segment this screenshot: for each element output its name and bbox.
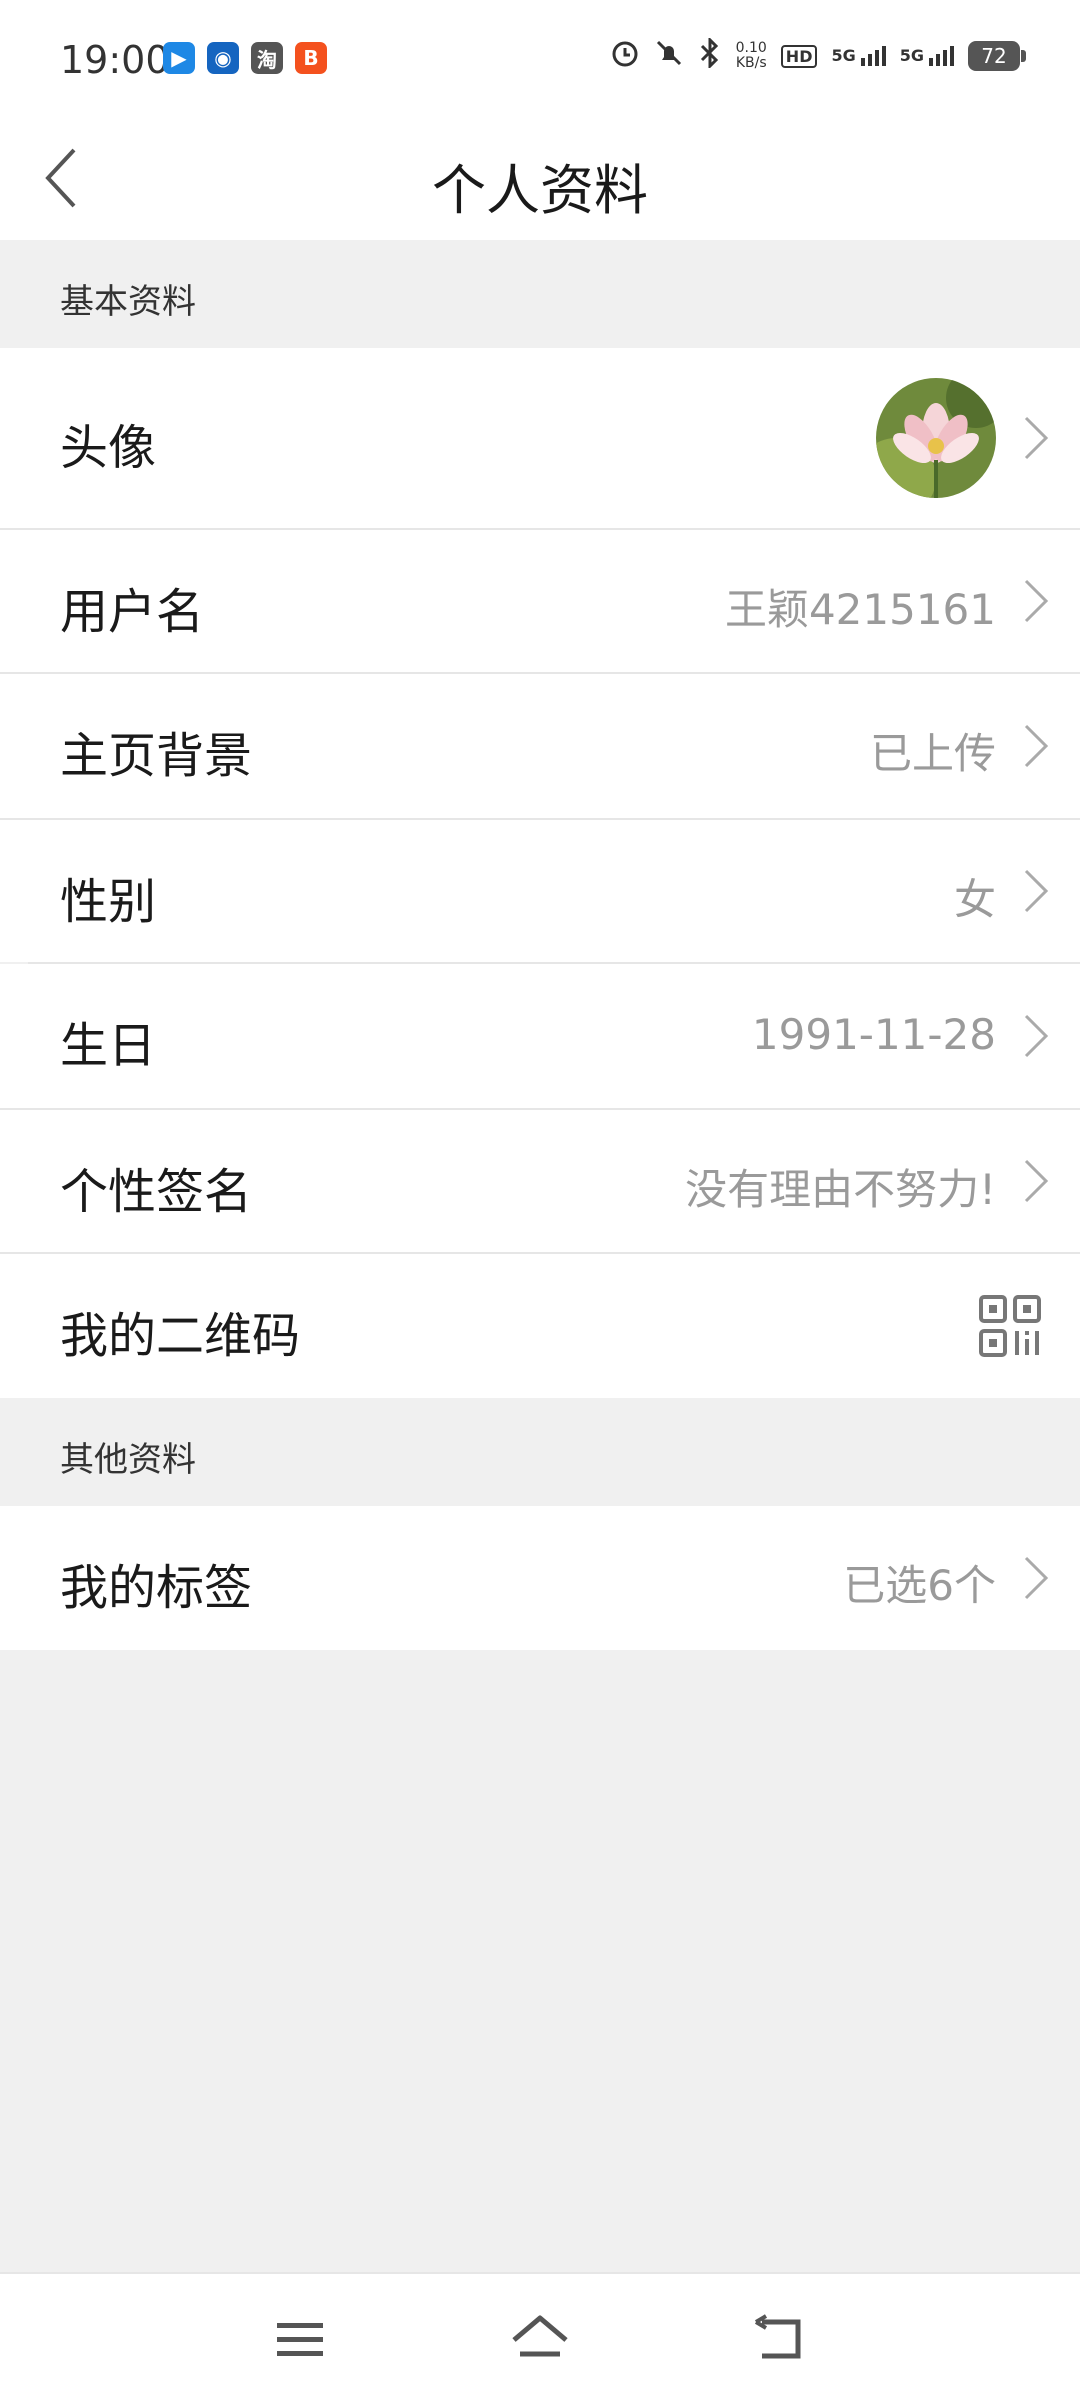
row-value: 已选6个 bbox=[843, 1561, 996, 1610]
row-label: 性别 bbox=[60, 874, 157, 930]
section-header-other: 其他资料 bbox=[0, 1398, 1080, 1506]
title-bar: 个人资料 bbox=[0, 118, 1080, 240]
navigation-bar bbox=[0, 2272, 1080, 2402]
hd-voice-icon: HD bbox=[780, 44, 818, 68]
row-signature[interactable]: 个性签名 没有理由不努力! bbox=[0, 1110, 1080, 1252]
chevron-right-icon bbox=[1024, 1014, 1049, 1058]
notification-app-icons: ▶ ◉ 淘 B bbox=[163, 42, 327, 74]
row-label: 我的标签 bbox=[60, 1560, 253, 1616]
status-time: 19:00 bbox=[60, 38, 170, 82]
section-title: 其他资料 bbox=[60, 1440, 196, 1480]
battery-icon: 72 bbox=[968, 41, 1026, 71]
avatar bbox=[876, 378, 996, 498]
row-label: 个性签名 bbox=[60, 1164, 253, 1220]
row-label: 我的二维码 bbox=[60, 1308, 301, 1364]
back-nav-icon bbox=[754, 2314, 801, 2359]
row-value: 女 bbox=[953, 875, 996, 924]
row-label: 用户名 bbox=[60, 584, 205, 640]
row-value: 没有理由不努力! bbox=[685, 1165, 996, 1214]
taobao-app-icon: 淘 bbox=[251, 42, 283, 74]
home-icon bbox=[512, 2315, 568, 2357]
qr-code-icon bbox=[979, 1295, 1041, 1357]
chevron-right-icon bbox=[1024, 579, 1049, 623]
bluetooth-icon bbox=[698, 36, 722, 74]
chevron-right-icon bbox=[1024, 1556, 1049, 1600]
orange-app-icon: B bbox=[295, 42, 327, 74]
row-value: 王颖4215161 bbox=[724, 585, 996, 634]
menu-icon bbox=[277, 2323, 323, 2356]
status-bar: 19:00 ▶ ◉ 淘 B 0.10 KB/s HD 5G 5G 72 bbox=[0, 0, 1080, 118]
row-label: 主页背景 bbox=[60, 728, 253, 784]
row-gender[interactable]: 性别 女 bbox=[0, 820, 1080, 962]
chevron-right-icon bbox=[1024, 724, 1049, 768]
row-label: 头像 bbox=[60, 420, 157, 476]
row-avatar[interactable]: 头像 bbox=[0, 348, 1080, 528]
robot-app-icon: ◉ bbox=[207, 42, 239, 74]
chevron-right-icon bbox=[1024, 416, 1049, 460]
signal-icon-1: 5G bbox=[831, 46, 886, 66]
mute-icon bbox=[654, 38, 684, 74]
home-button[interactable] bbox=[500, 2304, 580, 2374]
menu-button[interactable] bbox=[260, 2304, 340, 2374]
status-icons: 0.10 KB/s HD 5G 5G 72 bbox=[610, 36, 1026, 74]
chevron-right-icon bbox=[1024, 1159, 1049, 1203]
row-value: 已上传 bbox=[869, 729, 996, 778]
row-tags[interactable]: 我的标签 已选6个 bbox=[0, 1506, 1080, 1650]
row-label: 生日 bbox=[60, 1018, 157, 1074]
row-qrcode[interactable]: 我的二维码 bbox=[0, 1254, 1080, 1398]
page-title: 个人资料 bbox=[432, 159, 648, 222]
alarm-icon bbox=[610, 38, 640, 74]
signal-icon-2: 5G bbox=[900, 46, 954, 66]
back-nav-button[interactable] bbox=[740, 2304, 820, 2374]
row-value: 1991-11-28 bbox=[751, 1010, 996, 1059]
section-title: 基本资料 bbox=[60, 282, 196, 322]
network-speed: 0.10 KB/s bbox=[735, 40, 767, 71]
row-homepage-background[interactable]: 主页背景 已上传 bbox=[0, 674, 1080, 818]
chevron-right-icon bbox=[1024, 869, 1049, 913]
play-app-icon: ▶ bbox=[163, 42, 195, 74]
section-header-basic: 基本资料 bbox=[0, 240, 1080, 348]
row-birthday[interactable]: 生日 1991-11-28 bbox=[0, 964, 1080, 1108]
row-username[interactable]: 用户名 王颖4215161 bbox=[0, 530, 1080, 672]
